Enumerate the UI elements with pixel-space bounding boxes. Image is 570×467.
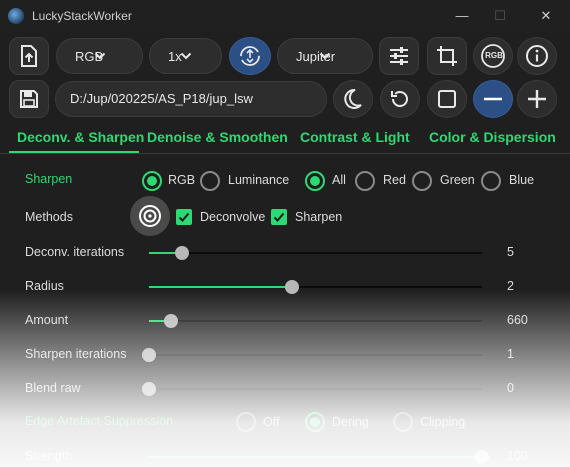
undo-rotate-icon xyxy=(391,91,408,107)
zoom-in-button[interactable] xyxy=(517,80,557,118)
radio-rgb[interactable] xyxy=(142,171,162,191)
checkbox-deconvolve[interactable] xyxy=(176,209,192,225)
open-file-button[interactable] xyxy=(9,37,49,75)
slider-fill xyxy=(149,456,482,458)
info-button[interactable] xyxy=(517,37,557,75)
tab-divider xyxy=(0,153,570,154)
sharpen-label: Sharpen xyxy=(25,172,73,186)
method-focus-button[interactable] xyxy=(130,196,170,236)
radio-off-label: Off xyxy=(263,415,280,429)
strength-slider[interactable] xyxy=(149,450,489,464)
checkbox-deconvolve-label: Deconvolve xyxy=(200,210,266,224)
amount-label: Amount xyxy=(25,313,69,327)
radio-green-label: Green xyxy=(440,173,475,187)
checkbox-sharpen[interactable] xyxy=(271,209,287,225)
blend-raw-slider[interactable] xyxy=(142,382,482,396)
radio-green[interactable] xyxy=(412,171,432,191)
radio-dering[interactable] xyxy=(305,412,325,432)
edge-suppression-label: Edge Artefact Suppression xyxy=(25,414,174,428)
tab-contrast-light[interactable]: Contrast & Light xyxy=(300,126,410,154)
chevron-down-icon xyxy=(319,52,331,60)
blend-raw-value: 0 xyxy=(507,381,514,395)
checkmark-icon xyxy=(273,212,285,222)
minimize-button[interactable]: — xyxy=(447,4,477,28)
crop-icon xyxy=(437,46,457,66)
slider-handle[interactable] xyxy=(285,280,300,294)
amount-value: 660 xyxy=(507,313,528,327)
refresh-sync-icon xyxy=(240,46,260,66)
blend-raw-label: Blend raw xyxy=(25,381,81,395)
deconv-iterations-value: 5 xyxy=(507,245,514,259)
close-button[interactable]: ✕ xyxy=(531,4,561,28)
window-title: LuckyStackWorker xyxy=(32,9,132,23)
sharpen-iterations-label: Sharpen iterations xyxy=(25,347,127,361)
stop-button[interactable] xyxy=(427,80,467,118)
target-icon xyxy=(139,205,161,227)
radio-red-label: Red xyxy=(383,173,406,187)
slider-handle[interactable] xyxy=(475,450,489,464)
auto-update-button[interactable] xyxy=(229,37,271,75)
deconv-iterations-slider[interactable] xyxy=(149,246,482,260)
moon-icon xyxy=(344,88,362,109)
radio-off[interactable] xyxy=(236,412,256,432)
chevron-down-icon xyxy=(180,52,191,60)
radio-all-label: All xyxy=(332,173,346,187)
radius-slider[interactable] xyxy=(149,280,482,294)
slider-handle[interactable] xyxy=(142,348,156,362)
checkmark-icon xyxy=(178,212,190,222)
strength-label: Strength xyxy=(25,449,73,463)
maximize-button[interactable]: ☐ xyxy=(485,4,515,28)
radio-red[interactable] xyxy=(355,171,375,191)
scale-select[interactable]: 1x xyxy=(149,38,222,74)
settings-button[interactable] xyxy=(379,37,419,75)
info-icon xyxy=(526,45,548,67)
slider-fill xyxy=(149,286,293,288)
tab-deconv-sharpen[interactable]: Deconv. & Sharpen xyxy=(17,126,144,154)
deconv-iterations-label: Deconv. iterations xyxy=(25,245,125,259)
dark-mode-button[interactable] xyxy=(333,80,373,118)
checkbox-sharpen-label: Sharpen xyxy=(295,210,343,224)
radio-rgb-label: RGB xyxy=(168,173,196,187)
zoom-out-button[interactable] xyxy=(473,80,513,118)
radio-luminance-label: Luminance xyxy=(228,173,290,187)
output-path-field[interactable]: D:/Jup/020225/AS_P18/jup_lsw xyxy=(55,81,327,117)
chevron-down-icon xyxy=(94,52,105,60)
title-bar: LuckyStackWorker — ☐ ✕ xyxy=(0,0,570,32)
square-icon xyxy=(438,90,456,108)
sliders-icon xyxy=(390,47,408,65)
tab-color-dispersion[interactable]: Color & Dispersion xyxy=(429,126,556,154)
radio-clipping-label: Clipping xyxy=(420,415,466,429)
app-logo-icon xyxy=(8,8,24,24)
radius-label: Radius xyxy=(25,279,64,293)
amount-slider[interactable] xyxy=(149,314,482,328)
slider-handle[interactable] xyxy=(142,382,156,396)
radio-blue[interactable] xyxy=(481,171,501,191)
rgb-badge-label: RGB xyxy=(485,51,503,60)
slider-handle[interactable] xyxy=(163,314,178,328)
save-button[interactable] xyxy=(9,80,49,118)
color-mode-select[interactable]: RGB xyxy=(56,38,143,74)
reset-button[interactable] xyxy=(380,80,420,118)
methods-label: Methods xyxy=(25,210,73,224)
radius-value: 2 xyxy=(507,279,514,293)
sharpen-iterations-slider[interactable] xyxy=(142,348,482,362)
rgb-align-button[interactable]: RGB xyxy=(473,37,513,75)
tab-denoise-smoothen[interactable]: Denoise & Smoothen xyxy=(147,126,288,154)
minus-icon xyxy=(484,97,502,101)
fade-overlay xyxy=(0,290,570,467)
save-disk-icon xyxy=(20,90,38,108)
file-upload-icon xyxy=(21,45,37,67)
radio-dering-label: Dering xyxy=(332,415,369,429)
sharpen-iterations-value: 1 xyxy=(507,347,514,361)
planet-select[interactable]: Jupiter xyxy=(277,38,373,74)
strength-value: 100 xyxy=(507,449,528,463)
radio-clipping[interactable] xyxy=(393,412,413,432)
crop-button[interactable] xyxy=(427,37,467,75)
radio-all[interactable] xyxy=(305,171,325,191)
radio-blue-label: Blue xyxy=(509,173,535,187)
radio-luminance[interactable] xyxy=(200,171,220,191)
plus-icon xyxy=(528,90,546,108)
slider-handle[interactable] xyxy=(175,246,190,260)
